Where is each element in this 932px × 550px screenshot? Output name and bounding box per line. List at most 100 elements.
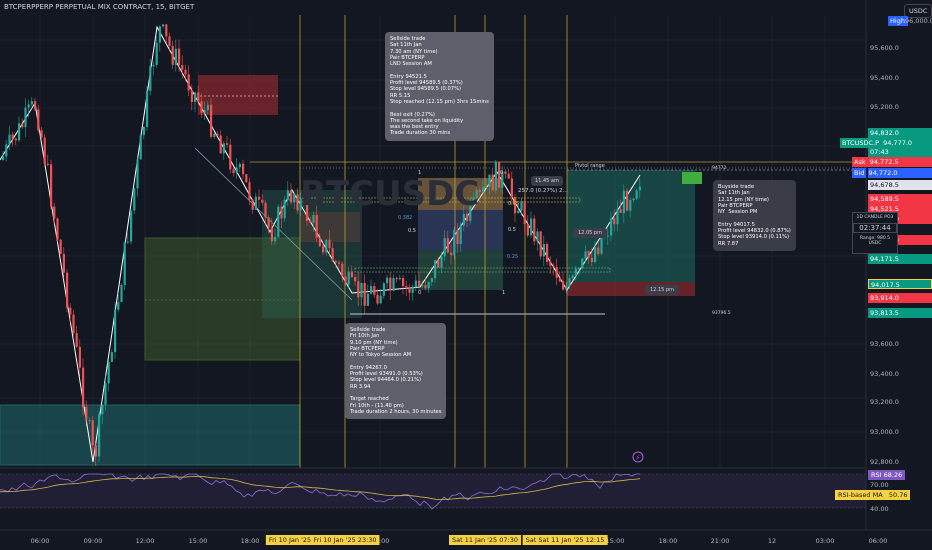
candle-body (181, 65, 184, 70)
candle-body (578, 268, 581, 270)
candle-body (178, 48, 181, 66)
fib-label: 0.5 (408, 228, 416, 234)
price-label: 96,000.0 (905, 17, 932, 25)
candle-body (24, 107, 27, 128)
candle-body (232, 169, 235, 174)
candle-body (328, 239, 331, 249)
candle-body (546, 244, 549, 262)
candle-body (347, 271, 350, 285)
candle-body (338, 262, 341, 264)
sellside-trade-note-2[interactable]: Sellside trade Fri 10th Jan 9.10 pm (NY … (345, 323, 447, 420)
candle-timer: 02:37:44 (853, 223, 897, 233)
bid-price: 94,772.0 (868, 169, 898, 177)
candle-body (450, 252, 453, 256)
candle-body (466, 213, 469, 221)
candle-body (325, 239, 328, 253)
candle-body (542, 244, 545, 257)
candle-body (88, 420, 91, 422)
candle-body (238, 163, 241, 168)
buyside-box (567, 170, 695, 282)
fib-label: 1 (502, 290, 506, 296)
time-note-1205: 12.05 pm (573, 228, 607, 238)
candle-body (517, 210, 520, 214)
candle-body (539, 231, 542, 257)
candle-body (162, 24, 165, 27)
time-tag: Sat Sat 11 Jan '25 12:15 (522, 535, 608, 545)
candle-body (568, 277, 571, 287)
candle-body (584, 251, 587, 259)
candle-body (549, 261, 552, 266)
candle-body (318, 237, 321, 247)
candle-body (107, 361, 110, 384)
time-tag: Sat 11 Jan '25 07:30 (448, 535, 522, 545)
price-label: 93,200.0 (870, 398, 899, 406)
candle-body (75, 333, 78, 347)
ask-label: Ask (852, 157, 868, 167)
candle-body (622, 190, 625, 213)
candle-body (171, 45, 174, 65)
candle-body (142, 126, 145, 136)
buyside-trade-note[interactable]: Buyside trade Sat 11th Jan 12.15 pm (NY … (713, 180, 796, 251)
chart-title: BTCPERPPERP PERPETUAL MIX CONTRACT, 15, … (4, 3, 195, 11)
currency-selector[interactable]: USDC (904, 4, 932, 18)
current-price: 94,777.0 (883, 139, 913, 147)
candle-body (216, 133, 219, 136)
time-label: 18:00 (658, 537, 678, 545)
candle-body (414, 280, 417, 287)
candle-body (149, 66, 152, 91)
candle-body (440, 256, 443, 268)
candle-body (558, 277, 561, 282)
candle-body (491, 174, 494, 191)
candle-body (290, 190, 293, 202)
candle-body (533, 218, 536, 242)
candle-body (203, 109, 206, 113)
candle-body (158, 26, 161, 43)
candle-body (638, 186, 641, 191)
candle-body (56, 218, 59, 240)
candle-body (168, 36, 171, 46)
candle-body (379, 295, 382, 304)
pivot-range-label: Pivtol range (575, 163, 605, 169)
candle-body (360, 282, 363, 298)
candle-body (270, 227, 273, 242)
candle-body (485, 186, 488, 188)
candle-body (456, 229, 459, 245)
candle-body (152, 64, 155, 67)
candle-body (21, 123, 24, 128)
time-note-1145: 11.45 am (531, 176, 563, 186)
candle-body (174, 48, 177, 65)
sellside-trade-note[interactable]: Sellside trade Sat 11th Jan 7.30 am (NY … (385, 32, 494, 141)
candle-body (594, 247, 597, 263)
candle-body (494, 161, 497, 191)
candle-range: Range: 980.5 USDC (859, 236, 891, 246)
candle-body (85, 407, 88, 421)
candle-body (354, 277, 357, 282)
time-label: 12 (767, 537, 777, 545)
price-label: 95,600.0 (870, 44, 899, 52)
price-tag: 94,171.5 (868, 254, 932, 264)
candle-body (2, 156, 5, 160)
candle-body (242, 163, 245, 175)
time-tag: Fri 10 Jan '25 (265, 535, 315, 545)
rsi-ma-label: RSI-based MA (838, 491, 883, 499)
bid-tag: Bid 94,772.0 (852, 168, 932, 178)
candle-body (386, 277, 389, 284)
candle-body (264, 202, 267, 218)
candle-body (632, 198, 635, 201)
price-tag: 93,914.0 (868, 293, 932, 303)
candle-timer-box: 1D CANDLE PO3 02:37:44 Range: 980.5 USDC (852, 212, 898, 254)
candle-body (286, 190, 289, 200)
candle-body (373, 286, 376, 295)
bid-label: Bid (852, 168, 867, 178)
candle-body (136, 159, 139, 189)
candle-body (613, 218, 616, 225)
countdown-tag: 07:43 (868, 147, 932, 157)
candle-body (619, 209, 622, 213)
candle-body (507, 173, 510, 179)
candle-body (600, 236, 603, 254)
candle-body (59, 239, 62, 254)
candle-body (14, 138, 17, 141)
candle-body (312, 214, 315, 223)
time-note-1215: 12.15 pm (645, 285, 679, 295)
candle-body (37, 109, 40, 131)
